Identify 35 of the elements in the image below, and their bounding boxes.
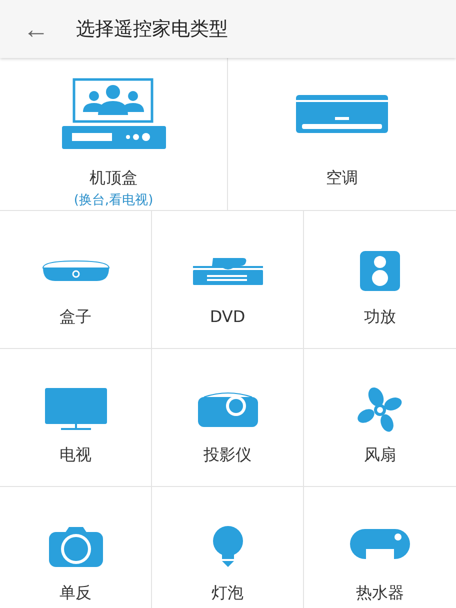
device-tile[interactable]: 风扇 <box>304 349 456 487</box>
device-tile[interactable]: 盒子 <box>0 211 152 349</box>
set-top-box-icon <box>62 78 166 150</box>
device-label: 热水器 <box>356 583 404 604</box>
device-tile[interactable]: 灯泡 <box>152 487 304 608</box>
light-bulb-icon <box>212 526 244 568</box>
box-icon <box>42 260 110 282</box>
dvd-player-icon <box>192 256 262 286</box>
page-title: 选择遥控家电类型 <box>76 17 228 42</box>
air-conditioner-icon <box>296 95 388 133</box>
device-label: 单反 <box>60 583 92 604</box>
device-tile[interactable]: 投影仪 <box>152 349 304 487</box>
fan-icon <box>357 386 403 432</box>
projector-icon <box>198 391 258 427</box>
device-label: 电视 <box>60 445 92 466</box>
device-label: 空调 <box>326 168 358 189</box>
device-tile[interactable]: 机顶盒 (换台,看电视) <box>0 58 228 210</box>
device-tile[interactable]: DVD <box>152 211 304 349</box>
back-button[interactable]: ← <box>20 16 52 42</box>
tv-icon <box>44 388 106 430</box>
camera-icon <box>48 527 102 567</box>
device-tile[interactable]: 热水器 <box>304 487 456 608</box>
device-hint: (换台,看电视) <box>74 192 154 209</box>
device-label: 机顶盒 <box>90 168 138 189</box>
device-label: 灯泡 <box>212 583 244 604</box>
device-tile[interactable]: 功放 <box>304 211 456 349</box>
device-label: DVD <box>210 307 246 326</box>
device-label: 投影仪 <box>204 445 252 466</box>
device-label: 盒子 <box>60 307 92 328</box>
device-tile[interactable]: 单反 <box>0 487 152 608</box>
speaker-icon <box>360 251 400 291</box>
device-label: 风扇 <box>364 445 396 466</box>
device-label: 功放 <box>364 307 396 328</box>
device-tile[interactable]: 空调 <box>228 58 456 210</box>
device-tile[interactable]: 电视 <box>0 349 152 487</box>
